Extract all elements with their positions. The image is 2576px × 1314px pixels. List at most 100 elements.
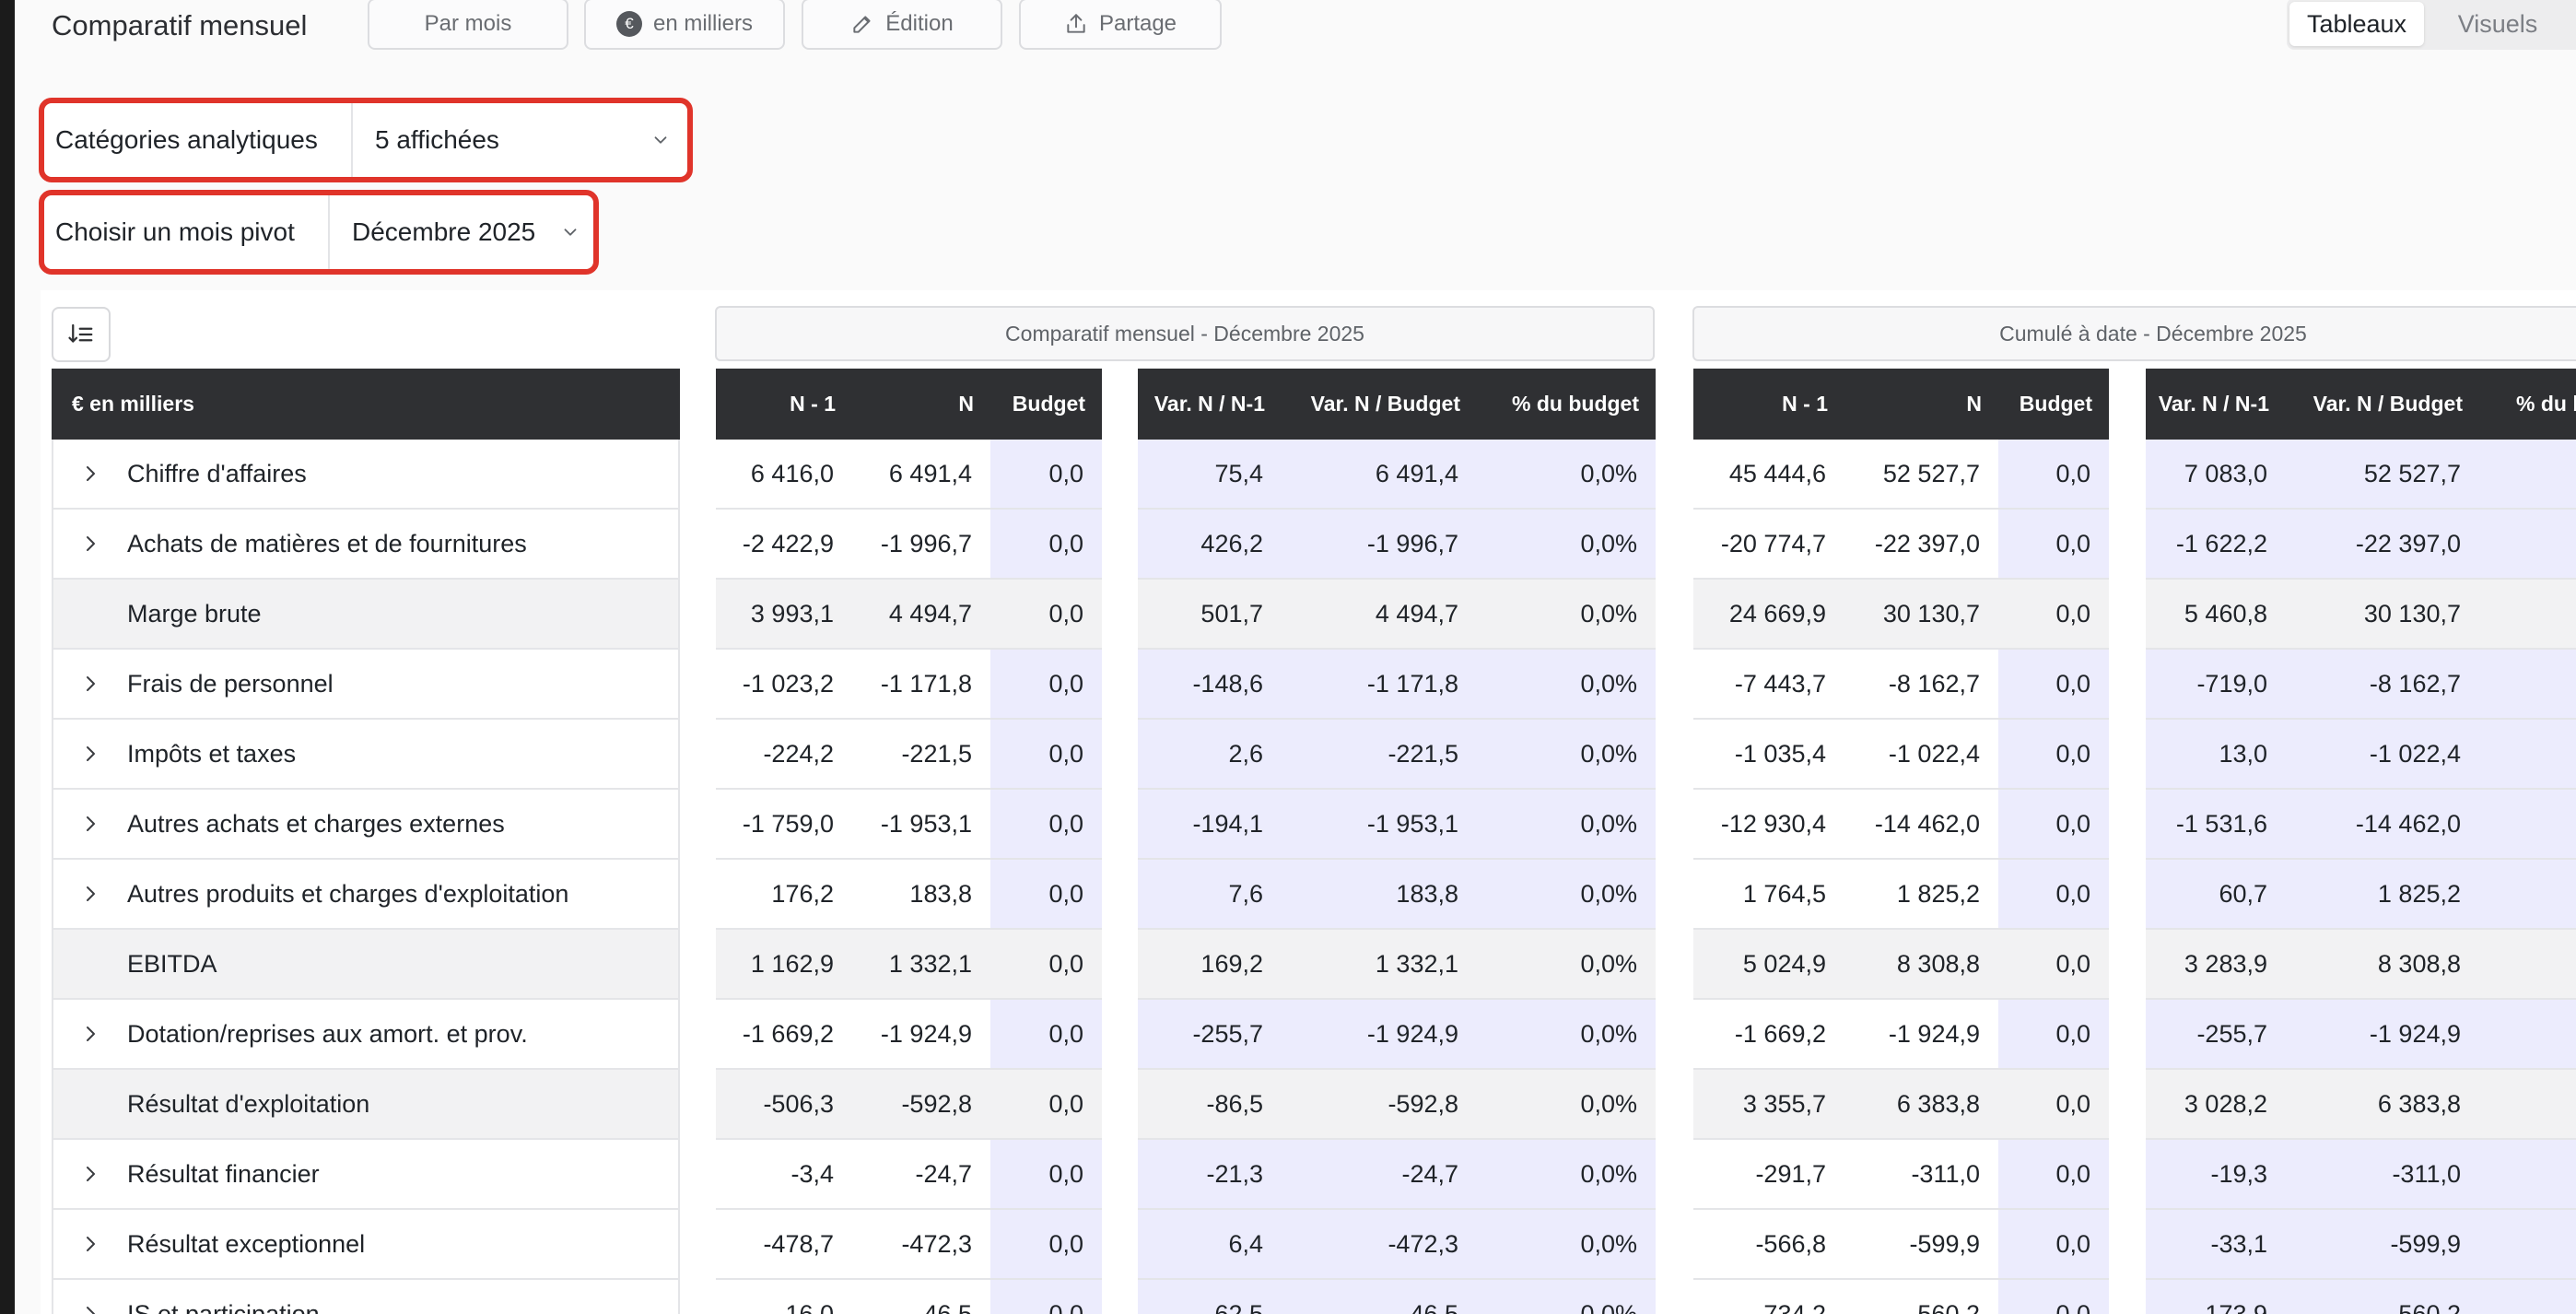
- group-title-monthly: Comparatif mensuel - Décembre 2025: [715, 306, 1655, 361]
- chevron-right-icon[interactable]: [81, 744, 100, 764]
- table-row[interactable]: Autres achats et charges externes -1 759,…: [41, 790, 2576, 860]
- table-row[interactable]: Achats de matières et de fournitures -2 4…: [41, 510, 2576, 580]
- value-cell: [2479, 1280, 2576, 1314]
- value-cell: 0,0%: [1477, 1280, 1656, 1314]
- value-cell: -719,0: [2146, 650, 2286, 720]
- header-cell[interactable]: Var. N / Budget: [2286, 369, 2479, 440]
- period-button-label: Par mois: [424, 11, 512, 36]
- value-cell: 173,9: [2146, 1280, 2286, 1314]
- table-row[interactable]: Autres produits et charges d'exploitatio…: [41, 860, 2576, 930]
- row-label-cell: Marge brute: [52, 580, 680, 650]
- value-cell: -592,8: [1282, 1070, 1477, 1140]
- row-label: Résultat d'exploitation: [127, 1089, 370, 1118]
- value-cell: 0,0: [1998, 440, 2109, 510]
- header-cell[interactable]: N - 1: [1693, 369, 1844, 440]
- value-cell: 2,6: [1138, 720, 1282, 790]
- value-cell: 1 332,1: [1282, 930, 1477, 1000]
- value-cell: -1 759,0: [716, 790, 852, 860]
- value-cell: -560,2: [1844, 1280, 1998, 1314]
- value-cell: 0,0: [990, 440, 1102, 510]
- header-cell[interactable]: N - 1: [716, 369, 852, 440]
- chevron-right-icon[interactable]: [81, 1234, 100, 1254]
- row-label: Résultat exceptionnel: [127, 1229, 366, 1258]
- unit-button[interactable]: € en milliers: [584, 0, 785, 50]
- table-row[interactable]: Frais de personnel -1 023,2 -1 171,8 0,0 -14…: [41, 650, 2576, 720]
- table-row[interactable]: Chiffre d'affaires 6 416,0 6 491,4 0,0 75,4 6…: [41, 440, 2576, 510]
- value-cell: -1 023,2: [716, 650, 852, 720]
- value-cell: 7,6: [1138, 860, 1282, 930]
- sort-button[interactable]: [52, 307, 111, 362]
- header-cell[interactable]: Budget: [990, 369, 1102, 440]
- chevron-right-icon[interactable]: [81, 463, 100, 484]
- header-cell[interactable]: Var. N / Budget: [1282, 369, 1477, 440]
- categories-select[interactable]: 5 affichées: [353, 103, 687, 177]
- pivot-month-select[interactable]: Décembre 2025: [330, 195, 593, 269]
- header-cell[interactable]: Budget: [1998, 369, 2109, 440]
- value-cell: [2479, 720, 2576, 790]
- value-cell: 0,0: [990, 860, 1102, 930]
- value-cell: -599,9: [2286, 1210, 2479, 1280]
- chevron-right-icon[interactable]: [81, 1024, 100, 1044]
- value-cell: 1 332,1: [852, 930, 990, 1000]
- value-cell: [2479, 510, 2576, 580]
- header-cell[interactable]: % du b: [2479, 369, 2576, 440]
- table-row[interactable]: Résultat financier -3,4 -24,7 0,0 -21,3 -24,7…: [41, 1140, 2576, 1210]
- value-cell: 7 083,0: [2146, 440, 2286, 510]
- header-cell[interactable]: % du budget: [1477, 369, 1656, 440]
- value-cell: 0,0%: [1477, 580, 1656, 650]
- value-cell: 0,0%: [1477, 440, 1656, 510]
- window-left-edge: [0, 0, 15, 1314]
- value-cell: 1 825,2: [1844, 860, 1998, 930]
- value-cell: -3,4: [716, 1140, 852, 1210]
- period-button[interactable]: Par mois: [368, 0, 568, 50]
- value-cell: 0,0%: [1477, 650, 1656, 720]
- value-cell: 0,0: [1998, 510, 2109, 580]
- value-cell: [2479, 1140, 2576, 1210]
- value-cell: -24,7: [1282, 1140, 1477, 1210]
- table-row[interactable]: Dotation/reprises aux amort. et prov. -1 …: [41, 1000, 2576, 1070]
- chevron-right-icon[interactable]: [81, 1164, 100, 1184]
- share-button-label: Partage: [1098, 11, 1177, 36]
- edit-button-label: Édition: [885, 11, 954, 36]
- header-cell[interactable]: Var. N / N-1: [1138, 369, 1282, 440]
- row-label: EBITDA: [127, 949, 217, 978]
- edit-button[interactable]: Édition: [802, 0, 1002, 50]
- table-row[interactable]: Résultat exceptionnel -478,7 -472,3 0,0 6,4-…: [41, 1210, 2576, 1280]
- value-cell: 0,0: [990, 1070, 1102, 1140]
- value-cell: -472,3: [852, 1210, 990, 1280]
- value-cell: 0,0%: [1477, 720, 1656, 790]
- view-visuals-tab[interactable]: Visuels: [2424, 2, 2571, 46]
- comparison-table: Comparatif mensuel - Décembre 2025 Cumul…: [41, 290, 2576, 1314]
- header-cumul-values: N - 1 N Budget: [1693, 369, 2109, 440]
- value-cell: 60,7: [2146, 860, 2286, 930]
- table-row[interactable]: IS et participation -16,0 -46,5 0,0 -62,5 -46…: [41, 1280, 2576, 1314]
- value-cell: -255,7: [2146, 1000, 2286, 1070]
- value-cell: 0,0: [990, 720, 1102, 790]
- toolbar: Comparatif mensuel Par mois € en millier…: [52, 0, 2576, 50]
- row-label: Résultat financier: [127, 1159, 320, 1188]
- value-cell: [2479, 440, 2576, 510]
- header-cell[interactable]: Var. N / N-1: [2146, 369, 2286, 440]
- value-cell: 52 527,7: [2286, 440, 2479, 510]
- header-monthly-variances: Var. N / N-1 Var. N / Budget % du budget: [1138, 369, 1656, 440]
- chevron-right-icon[interactable]: [81, 814, 100, 834]
- value-cell: 3 355,7: [1693, 1070, 1844, 1140]
- value-cell: 75,4: [1138, 440, 1282, 510]
- chevron-right-icon[interactable]: [81, 534, 100, 554]
- chevron-right-icon[interactable]: [81, 884, 100, 904]
- share-button[interactable]: Partage: [1019, 0, 1222, 50]
- value-cell: -14 462,0: [1844, 790, 1998, 860]
- chevron-right-icon[interactable]: [81, 674, 100, 694]
- header-cell[interactable]: N: [852, 369, 990, 440]
- value-cell: -8 162,7: [2286, 650, 2479, 720]
- table-row[interactable]: Impôts et taxes -224,2 -221,5 0,0 2,6 -221,5 0…: [41, 720, 2576, 790]
- chevron-right-icon[interactable]: [81, 1304, 100, 1314]
- value-cell: 0,0: [990, 510, 1102, 580]
- value-cell: -1 924,9: [1282, 1000, 1477, 1070]
- view-tables-tab[interactable]: Tableaux: [2289, 2, 2424, 46]
- value-cell: 0,0: [990, 930, 1102, 1000]
- value-cell: 0,0: [1998, 650, 2109, 720]
- row-label: Chiffre d'affaires: [127, 459, 307, 487]
- header-cell[interactable]: N: [1844, 369, 1998, 440]
- value-cell: 1 162,9: [716, 930, 852, 1000]
